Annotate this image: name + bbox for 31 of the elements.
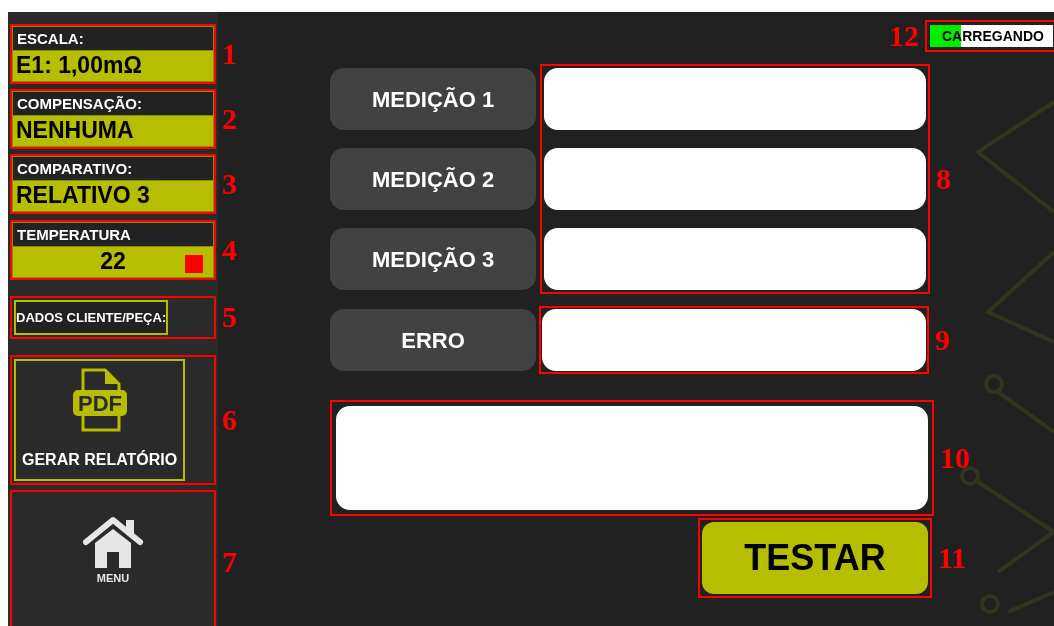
report-button[interactable]: PDF GERAR RELATÓRIO — [14, 359, 186, 482]
readout-value: RELATIVO 3 — [12, 179, 214, 212]
callout-number: 9 — [935, 325, 950, 355]
measurement-field[interactable] — [544, 148, 926, 210]
measurement-field[interactable] — [544, 228, 926, 290]
temperature-value: 22 — [100, 246, 126, 276]
readout-label: COMPARATIVO: — [12, 155, 214, 180]
callout-number: 10 — [940, 443, 970, 473]
test-button[interactable]: TESTAR — [702, 522, 928, 594]
callout-number: 7 — [222, 547, 237, 578]
callout-number: 8 — [936, 164, 951, 194]
readout-value: NENHUMA — [12, 114, 214, 147]
measurement-field[interactable] — [544, 68, 926, 130]
callout-number: 1 — [222, 38, 237, 69]
measurement-button[interactable]: MEDIÇÃO 1 — [330, 68, 536, 130]
home-icon — [82, 516, 144, 569]
callout-number: 5 — [222, 302, 237, 333]
error-button[interactable]: ERRO — [330, 309, 536, 371]
callout-number: 3 — [222, 168, 237, 199]
callout-number: 12 — [889, 21, 919, 51]
readout-label: ESCALA: — [12, 26, 214, 50]
readout-label: COMPENSAÇÃO: — [12, 90, 214, 115]
measurement-button[interactable]: MEDIÇÃO 2 — [330, 148, 536, 210]
readout-value: E1: 1,00mΩ — [12, 50, 214, 82]
readout-label: TEMPERATURA — [12, 221, 214, 246]
measurement-button[interactable]: MEDIÇÃO 3 — [330, 228, 536, 290]
callout-number: 6 — [222, 405, 237, 436]
client-data-button[interactable]: DADOS CLIENTE/PEÇA: — [14, 299, 169, 336]
callout-number: 2 — [222, 103, 237, 134]
callout-number: 11 — [938, 543, 967, 573]
callout-number: 4 — [222, 234, 237, 265]
